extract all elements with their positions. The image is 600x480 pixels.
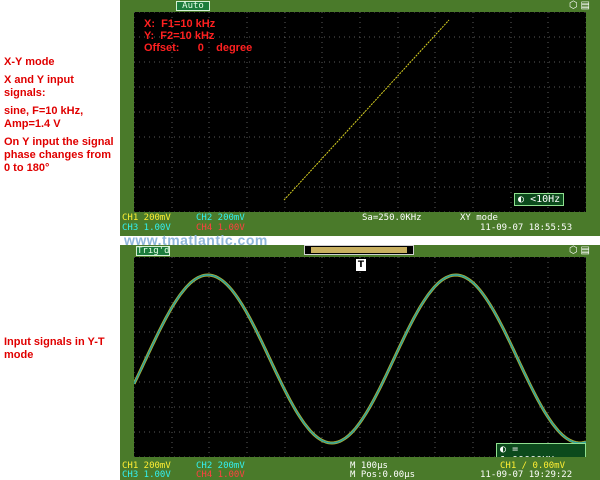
ch3-scale: CH3 1.00V [122, 470, 171, 480]
usb-icon: ⬡ [569, 245, 578, 256]
phase-offset-label: Offset: 0 degree [144, 42, 253, 54]
memory-position: M Pos:0.00µs [350, 470, 416, 480]
yt-display: ◐ = 1.00000KHz T [134, 257, 586, 457]
yt-traces [134, 273, 586, 445]
trigger-position-marker: T [356, 259, 366, 271]
trigger-icon: ◐ [500, 444, 507, 455]
display-mode: XY mode [460, 213, 498, 223]
xy-display: X: F1=10 kHz Y: F2=10 kHz Offset: 0 degr… [134, 12, 586, 212]
frequency-value: = 1.00000KHz [500, 444, 560, 457]
xy-measurement-info: X: F1=10 kHz Y: F2=10 kHz Offset: 0 degr… [144, 18, 252, 54]
trigger-icon: ◐ [518, 194, 525, 205]
acquisition-mode-badge: Trig'd [136, 246, 170, 256]
frequency-value: <10Hz [530, 194, 561, 205]
xy-mode-desc-3: On Y input the signal phase changes from… [4, 136, 114, 174]
printer-icon: ▤ [580, 245, 590, 256]
status-icons: ⬡ ▤ [569, 0, 590, 12]
x-frequency-label: X: F1=10 kHz [144, 18, 216, 30]
xy-mode-desc-2: sine, F=10 kHz, Amp=1.4 V [4, 105, 84, 130]
usb-icon: ⬡ [569, 0, 578, 11]
memory-window-indicator [304, 245, 414, 255]
oscilloscope-yt-screenshot: Trig'd ⬡ ▤ ◐ = 1.00000KHz T CH1 200mV CH… [120, 245, 600, 480]
acquisition-mode-badge: Auto [176, 1, 210, 11]
xy-trace-line [283, 19, 450, 201]
sample-rate: Sa=250.0KHz [362, 213, 422, 223]
yt-mode-title: Input signals in Y-T mode [4, 336, 105, 361]
y-frequency-label: Y: F2=10 kHz [144, 30, 215, 42]
ch2-sine-trace [134, 274, 586, 444]
xy-mode-note: X-Y mode X and Y input signals: sine, F=… [4, 56, 116, 180]
status-icons: ⬡ ▤ [569, 245, 590, 257]
xy-mode-desc-1: X and Y input signals: [4, 74, 74, 99]
frequency-counter: ◐ = 1.00000KHz [496, 443, 586, 457]
oscilloscope-xy-screenshot: Auto ⬡ ▤ X: F1=10 kHz Y: F2=10 kHz Offse… [120, 0, 600, 236]
ch4-scale: CH4 1.00V [196, 470, 245, 480]
ch2-scale: CH2 200mV [196, 213, 245, 223]
xy-mode-title: X-Y mode [4, 56, 55, 68]
frequency-counter: ◐ <10Hz [514, 193, 565, 206]
printer-icon: ▤ [580, 0, 590, 11]
yt-mode-note: Input signals in Y-T mode [4, 336, 116, 367]
ch1-scale: CH1 200mV [122, 213, 171, 223]
timestamp: 11-09-07 19:29:22 [480, 470, 573, 480]
timestamp: 11-09-07 18:55:53 [480, 223, 573, 233]
